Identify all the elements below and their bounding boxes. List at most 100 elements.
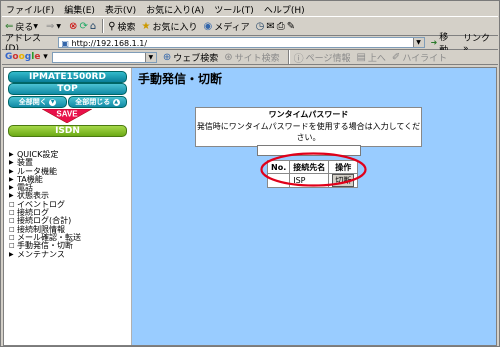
column-header-name: 接続先名: [289, 160, 330, 174]
site-search-button[interactable]: ⊛ サイト検索: [224, 51, 279, 64]
go-arrow-icon: ➜: [430, 38, 438, 47]
toolbar: ⇐ 戻る ▼ ⇒ ▼ ⊗ ⟳ ⌂ ⚲ 検索 ★ お気に入り ◉ メディア ◷ ✉…: [2, 16, 498, 36]
triangle-right-icon: ▶: [9, 159, 14, 167]
table-header-row: No. 接続先名 操作: [266, 160, 359, 174]
menu-edit[interactable]: 編集(E): [64, 3, 95, 16]
info-icon: ⓘ: [293, 53, 304, 65]
google-logo[interactable]: Google ▾: [5, 52, 48, 62]
top-button[interactable]: TOP: [8, 83, 127, 95]
sidebar-item-label: メンテナンス: [17, 249, 65, 259]
up-label: 上へ: [367, 53, 386, 64]
chevron-down-icon[interactable]: ▼: [412, 38, 424, 47]
favorites-label: お気に入り: [152, 22, 198, 33]
chevron-down-icon[interactable]: ▼: [144, 52, 156, 62]
sidebar-frame: IPMATE1500RD TOP 全部開く ▼ 全部閉じる ▲ SAVE ISD…: [4, 68, 132, 345]
sidebar-item-maintenance[interactable]: ▶ メンテナンス: [9, 249, 81, 259]
page-viewport: IPMATE1500RD TOP 全部開く ▼ 全部閉じる ▲ SAVE ISD…: [3, 67, 497, 346]
password-section: ワンタイムパスワード 発信時にワンタイムパスワードを使用する場合は入力してくださ…: [195, 107, 422, 156]
history-icon[interactable]: ◷: [256, 21, 265, 32]
disconnect-button[interactable]: 切断: [332, 174, 355, 187]
browser-window: ファイル(F) 編集(E) 表示(V) お気に入り(A) ツール(T) ヘルプ(…: [0, 0, 500, 347]
page-icon: □: [9, 200, 15, 208]
home-icon[interactable]: ⌂: [90, 21, 96, 32]
media-button[interactable]: ◉ メディア: [204, 20, 250, 33]
row-no: [266, 173, 291, 188]
site-search-label: サイト検索: [234, 53, 280, 64]
folder-up-icon: ▤: [356, 51, 366, 63]
back-arrow-icon: ⇐: [5, 20, 14, 32]
print-icon[interactable]: ⎙: [277, 21, 285, 32]
page-icon: □: [9, 233, 15, 241]
highlighter-icon: ✐: [391, 51, 401, 63]
sidebar-menu: ▶ QUICK設定 ▶ 装置 ▶ ルータ機能 ▶ TA機能 ▶ 電話 ▶ 状態表示 □ イベン…: [9, 150, 81, 259]
star-icon: ★: [141, 20, 151, 32]
triangle-right-icon: ▶: [9, 175, 14, 183]
page-icon: ▣: [61, 39, 69, 48]
menu-bar: ファイル(F) 編集(E) 表示(V) お気に入り(A) ツール(T) ヘルプ(…: [2, 2, 498, 16]
stop-icon[interactable]: ⊗: [69, 21, 77, 32]
address-input[interactable]: ▣ http://192.168.1.1/ ▼: [58, 37, 425, 48]
column-header-no: No.: [266, 160, 291, 174]
menu-tools[interactable]: ツール(T): [214, 3, 254, 16]
page-icon: □: [9, 225, 15, 233]
site-search-icon: ⊛: [224, 51, 233, 63]
menu-help[interactable]: ヘルプ(H): [264, 3, 305, 16]
page-icon: □: [9, 242, 15, 250]
toolbar-separator: [287, 50, 290, 64]
chevron-down-icon: ▼: [56, 22, 62, 30]
media-icon: ◉: [203, 20, 213, 32]
mail-icon[interactable]: ✉: [266, 21, 274, 32]
save-label: SAVE: [56, 110, 78, 119]
triangle-down-icon: ▶: [9, 192, 14, 200]
row-action: 切断: [328, 173, 359, 188]
chevron-down-icon: ▼: [49, 98, 57, 106]
refresh-icon[interactable]: ⟳: [79, 21, 87, 32]
triangle-right-icon: ▶: [9, 151, 14, 158]
page-icon: □: [9, 217, 15, 225]
menu-view[interactable]: 表示(V): [105, 3, 136, 16]
page-icon: □: [9, 209, 15, 217]
chevron-up-icon: ▲: [112, 98, 120, 106]
search-label: 検索: [117, 22, 136, 33]
expand-all-button[interactable]: 全部開く ▼: [8, 96, 67, 108]
media-label: メディア: [214, 22, 250, 33]
highlight-label: ハイライト: [402, 53, 448, 64]
collapse-all-button[interactable]: 全部閉じる ▲: [68, 96, 127, 108]
menu-favorites[interactable]: お気に入り(A): [146, 3, 204, 16]
triangle-right-icon: ▶: [9, 250, 14, 258]
web-search-label: ウェブ検索: [173, 53, 219, 64]
isdn-button[interactable]: ISDN: [8, 125, 127, 137]
triangle-right-icon: ▶: [9, 184, 14, 192]
search-icon: ⚲: [108, 20, 116, 32]
address-bar: アドレス(D) ▣ http://192.168.1.1/ ▼ ➜ 移動 リンク…: [2, 33, 498, 56]
web-search-button[interactable]: ⊕ ウェブ検索: [163, 51, 218, 64]
web-search-icon: ⊕: [162, 51, 172, 63]
google-toolbar: Google ▾ ▼ ⊕ ウェブ検索 ⊛ サイト検索 ⓘ ページ情報 ▤ 上へ …: [2, 50, 498, 65]
save-button[interactable]: SAVE: [42, 109, 92, 123]
device-logo: IPMATE1500RD: [8, 71, 127, 83]
page-info-button[interactable]: ⓘ ページ情報: [294, 50, 351, 65]
toolbar-separator: [102, 19, 105, 33]
password-input[interactable]: [256, 145, 361, 156]
up-button[interactable]: ▤ 上へ: [356, 51, 385, 64]
collapse-all-label: 全部閉じる: [75, 98, 111, 106]
favorites-button[interactable]: ★ お気に入り: [142, 20, 198, 33]
expand-all-label: 全部開く: [18, 98, 47, 106]
page-title: 手動発信・切断: [138, 72, 223, 86]
connection-table: No. 接続先名 操作 ISP 切断: [266, 160, 359, 188]
table-row: ISP 切断: [266, 173, 359, 188]
google-search-input[interactable]: ▼: [51, 51, 157, 63]
menu-file[interactable]: ファイル(F): [6, 3, 54, 16]
triangle-right-icon: ▶: [9, 167, 14, 175]
forward-arrow-icon: ⇒: [46, 20, 55, 32]
main-frame: 手動発信・切断 ワンタイムパスワード 発信時にワンタイムパスワードを使用する場合…: [132, 68, 496, 345]
address-value: http://192.168.1.1/: [71, 39, 148, 48]
row-name: ISP: [289, 173, 330, 188]
chevron-down-icon: ▼: [33, 22, 39, 30]
page-info-label: ページ情報: [305, 53, 351, 64]
password-title: ワンタイムパスワード: [268, 110, 349, 119]
search-button[interactable]: ⚲ 検索: [108, 20, 135, 33]
forward-button[interactable]: ⇒ ▼: [46, 21, 63, 32]
highlight-button[interactable]: ✐ ハイライト: [392, 51, 447, 64]
edit-icon[interactable]: ✎: [287, 21, 295, 32]
